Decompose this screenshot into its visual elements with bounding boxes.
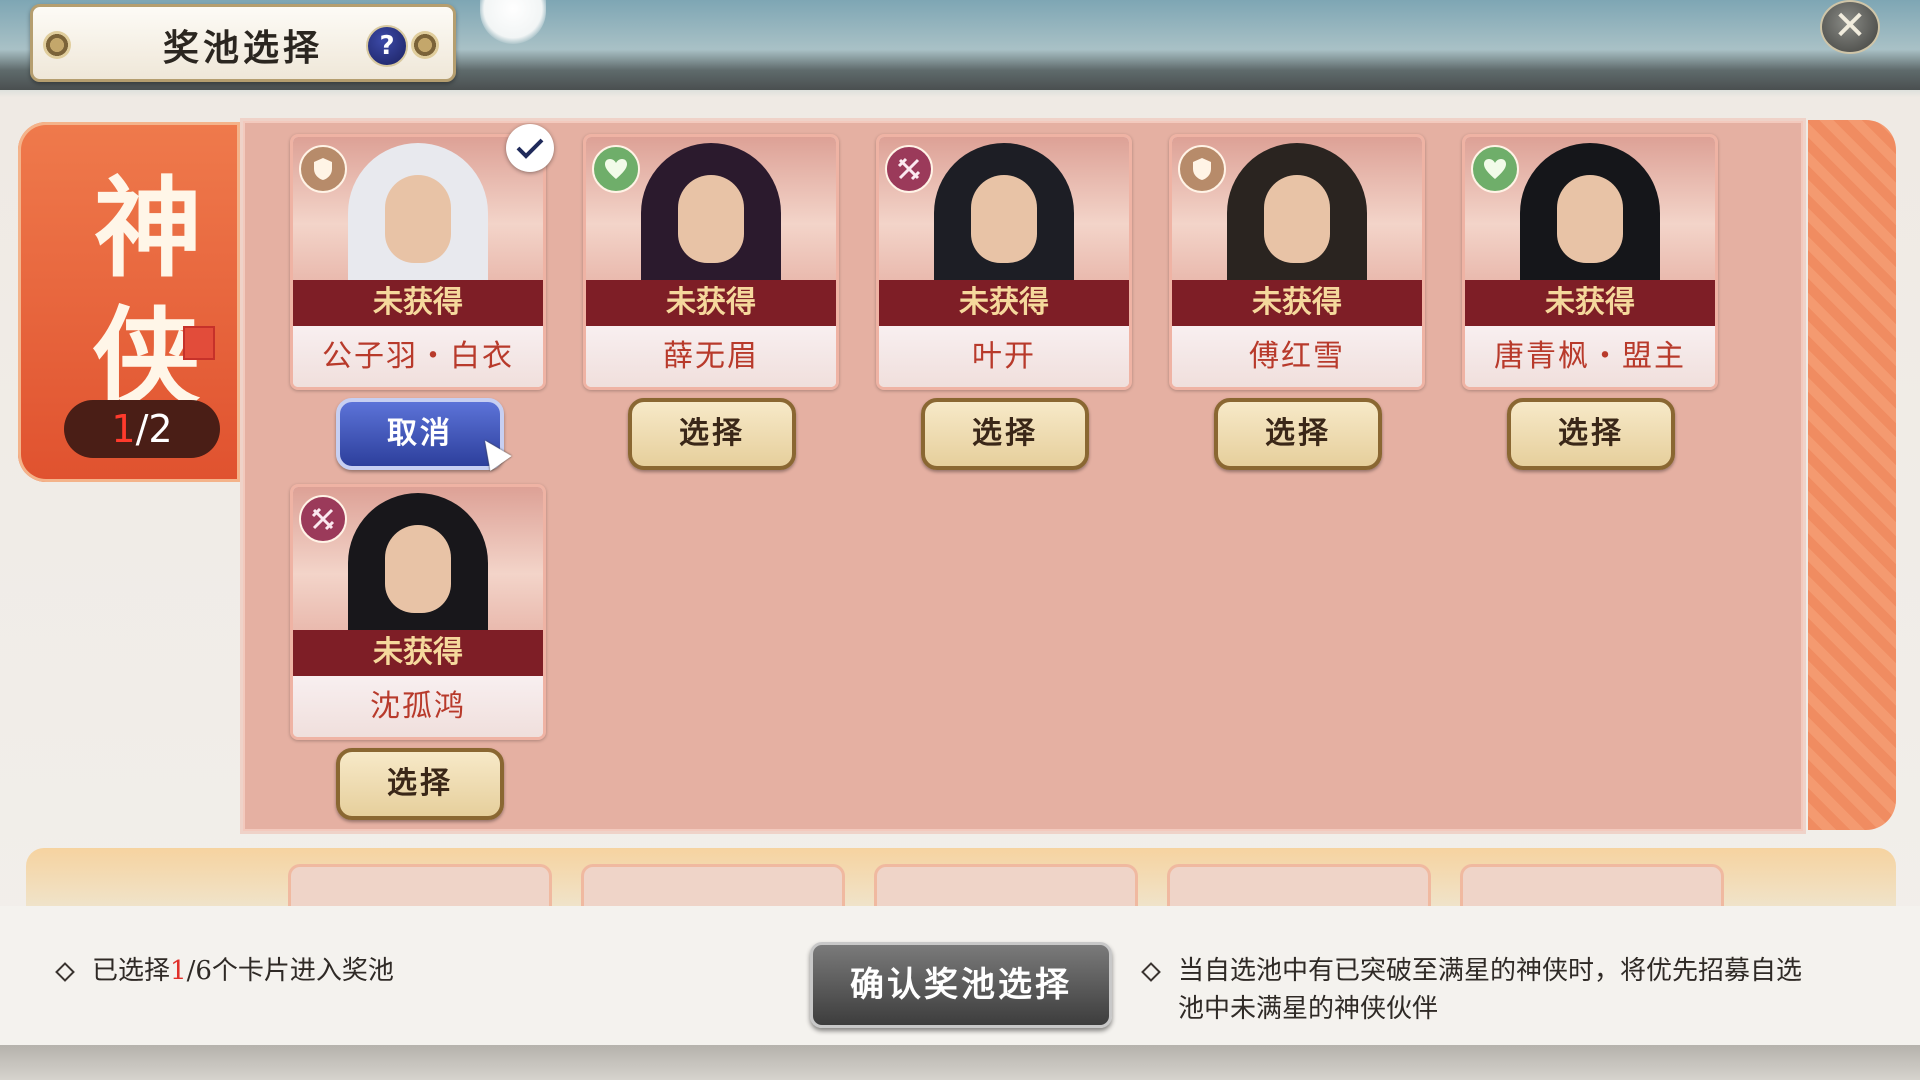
seal-stamp-icon bbox=[183, 326, 215, 360]
heart-icon bbox=[592, 145, 640, 193]
ornament-icon bbox=[411, 31, 439, 59]
hero-card[interactable]: 未获得 傅红雪 bbox=[1169, 134, 1425, 390]
shield-icon bbox=[299, 145, 347, 193]
panel-pattern-border bbox=[1808, 120, 1896, 830]
card-stub bbox=[581, 864, 845, 911]
card-status: 未获得 bbox=[1172, 280, 1422, 326]
select-button[interactable]: 选择 bbox=[336, 748, 504, 820]
confirm-pool-button[interactable]: 确认奖池选择 bbox=[810, 942, 1112, 1028]
card-status: 未获得 bbox=[586, 280, 836, 326]
card-status: 未获得 bbox=[879, 280, 1129, 326]
card-stub bbox=[874, 864, 1138, 911]
card-name: 薛无眉 bbox=[586, 326, 836, 387]
hero-card[interactable]: 未获得 薛无眉 bbox=[583, 134, 839, 390]
summary-prefix: 已选择 bbox=[92, 956, 171, 986]
hero-card[interactable]: 未获得 沈孤鸿 bbox=[290, 484, 546, 740]
counter-total: /2 bbox=[135, 407, 173, 451]
card-status: 未获得 bbox=[1465, 280, 1715, 326]
note-text-1: 当自选池中有已突破至满星的神侠时，将优先招募自选 bbox=[1178, 956, 1803, 986]
swords-icon bbox=[885, 145, 933, 193]
card-status: 未获得 bbox=[293, 280, 543, 326]
hero-card[interactable]: 未获得 唐青枫・盟主 bbox=[1462, 134, 1718, 390]
card-name: 叶开 bbox=[879, 326, 1129, 387]
note-text-2: 池中未满星的神侠伙伴 bbox=[1178, 994, 1439, 1024]
hero-card[interactable]: 未获得 公子羽・白衣 bbox=[290, 134, 546, 390]
selection-summary: 已选择1/6个卡片进入奖池 bbox=[55, 950, 394, 987]
selected-check-icon bbox=[506, 124, 554, 172]
heart-icon bbox=[1471, 145, 1519, 193]
select-button[interactable]: 选择 bbox=[921, 398, 1089, 470]
select-button[interactable]: 选择 bbox=[1214, 398, 1382, 470]
diamond-bullet-icon bbox=[55, 962, 75, 982]
summary-suffix: /6个卡片进入奖池 bbox=[186, 956, 394, 986]
portrait-face bbox=[1264, 175, 1330, 263]
portrait-face bbox=[971, 175, 1037, 263]
close-button[interactable]: ✕ bbox=[1820, 0, 1880, 54]
cancel-button[interactable]: 取消 bbox=[336, 398, 504, 470]
selection-counter: 1/2 bbox=[64, 400, 220, 458]
card-status: 未获得 bbox=[293, 630, 543, 676]
card-stub bbox=[1167, 864, 1431, 911]
help-button[interactable]: ? bbox=[366, 25, 408, 67]
counter-selected: 1 bbox=[111, 407, 136, 451]
card-name: 傅红雪 bbox=[1172, 326, 1422, 387]
footer-divider bbox=[0, 1045, 1920, 1080]
note-line-1: 当自选池中有已突破至满星的神侠时，将优先招募自选 bbox=[1141, 952, 1904, 990]
shield-icon bbox=[1178, 145, 1226, 193]
portrait-face bbox=[1557, 175, 1623, 263]
portrait-face bbox=[678, 175, 744, 263]
diamond-bullet-icon bbox=[1141, 962, 1161, 982]
portrait-face bbox=[385, 175, 451, 263]
title-plate: 奖池选择 ? bbox=[30, 4, 456, 82]
select-button[interactable]: 选择 bbox=[1507, 398, 1675, 470]
card-name: 沈孤鸿 bbox=[293, 676, 543, 737]
swords-icon bbox=[299, 495, 347, 543]
card-name: 唐青枫・盟主 bbox=[1465, 326, 1715, 387]
hero-card[interactable]: 未获得 叶开 bbox=[876, 134, 1132, 390]
portrait-face bbox=[385, 525, 451, 613]
card-stub bbox=[288, 864, 552, 911]
pool-note: 当自选池中有已突破至满星的神侠时，将优先招募自选 池中未满星的神侠伙伴 bbox=[1141, 952, 1904, 1028]
select-button[interactable]: 选择 bbox=[628, 398, 796, 470]
card-name: 公子羽・白衣 bbox=[293, 326, 543, 387]
card-stub bbox=[1460, 864, 1724, 911]
summary-count: 1 bbox=[170, 956, 187, 986]
